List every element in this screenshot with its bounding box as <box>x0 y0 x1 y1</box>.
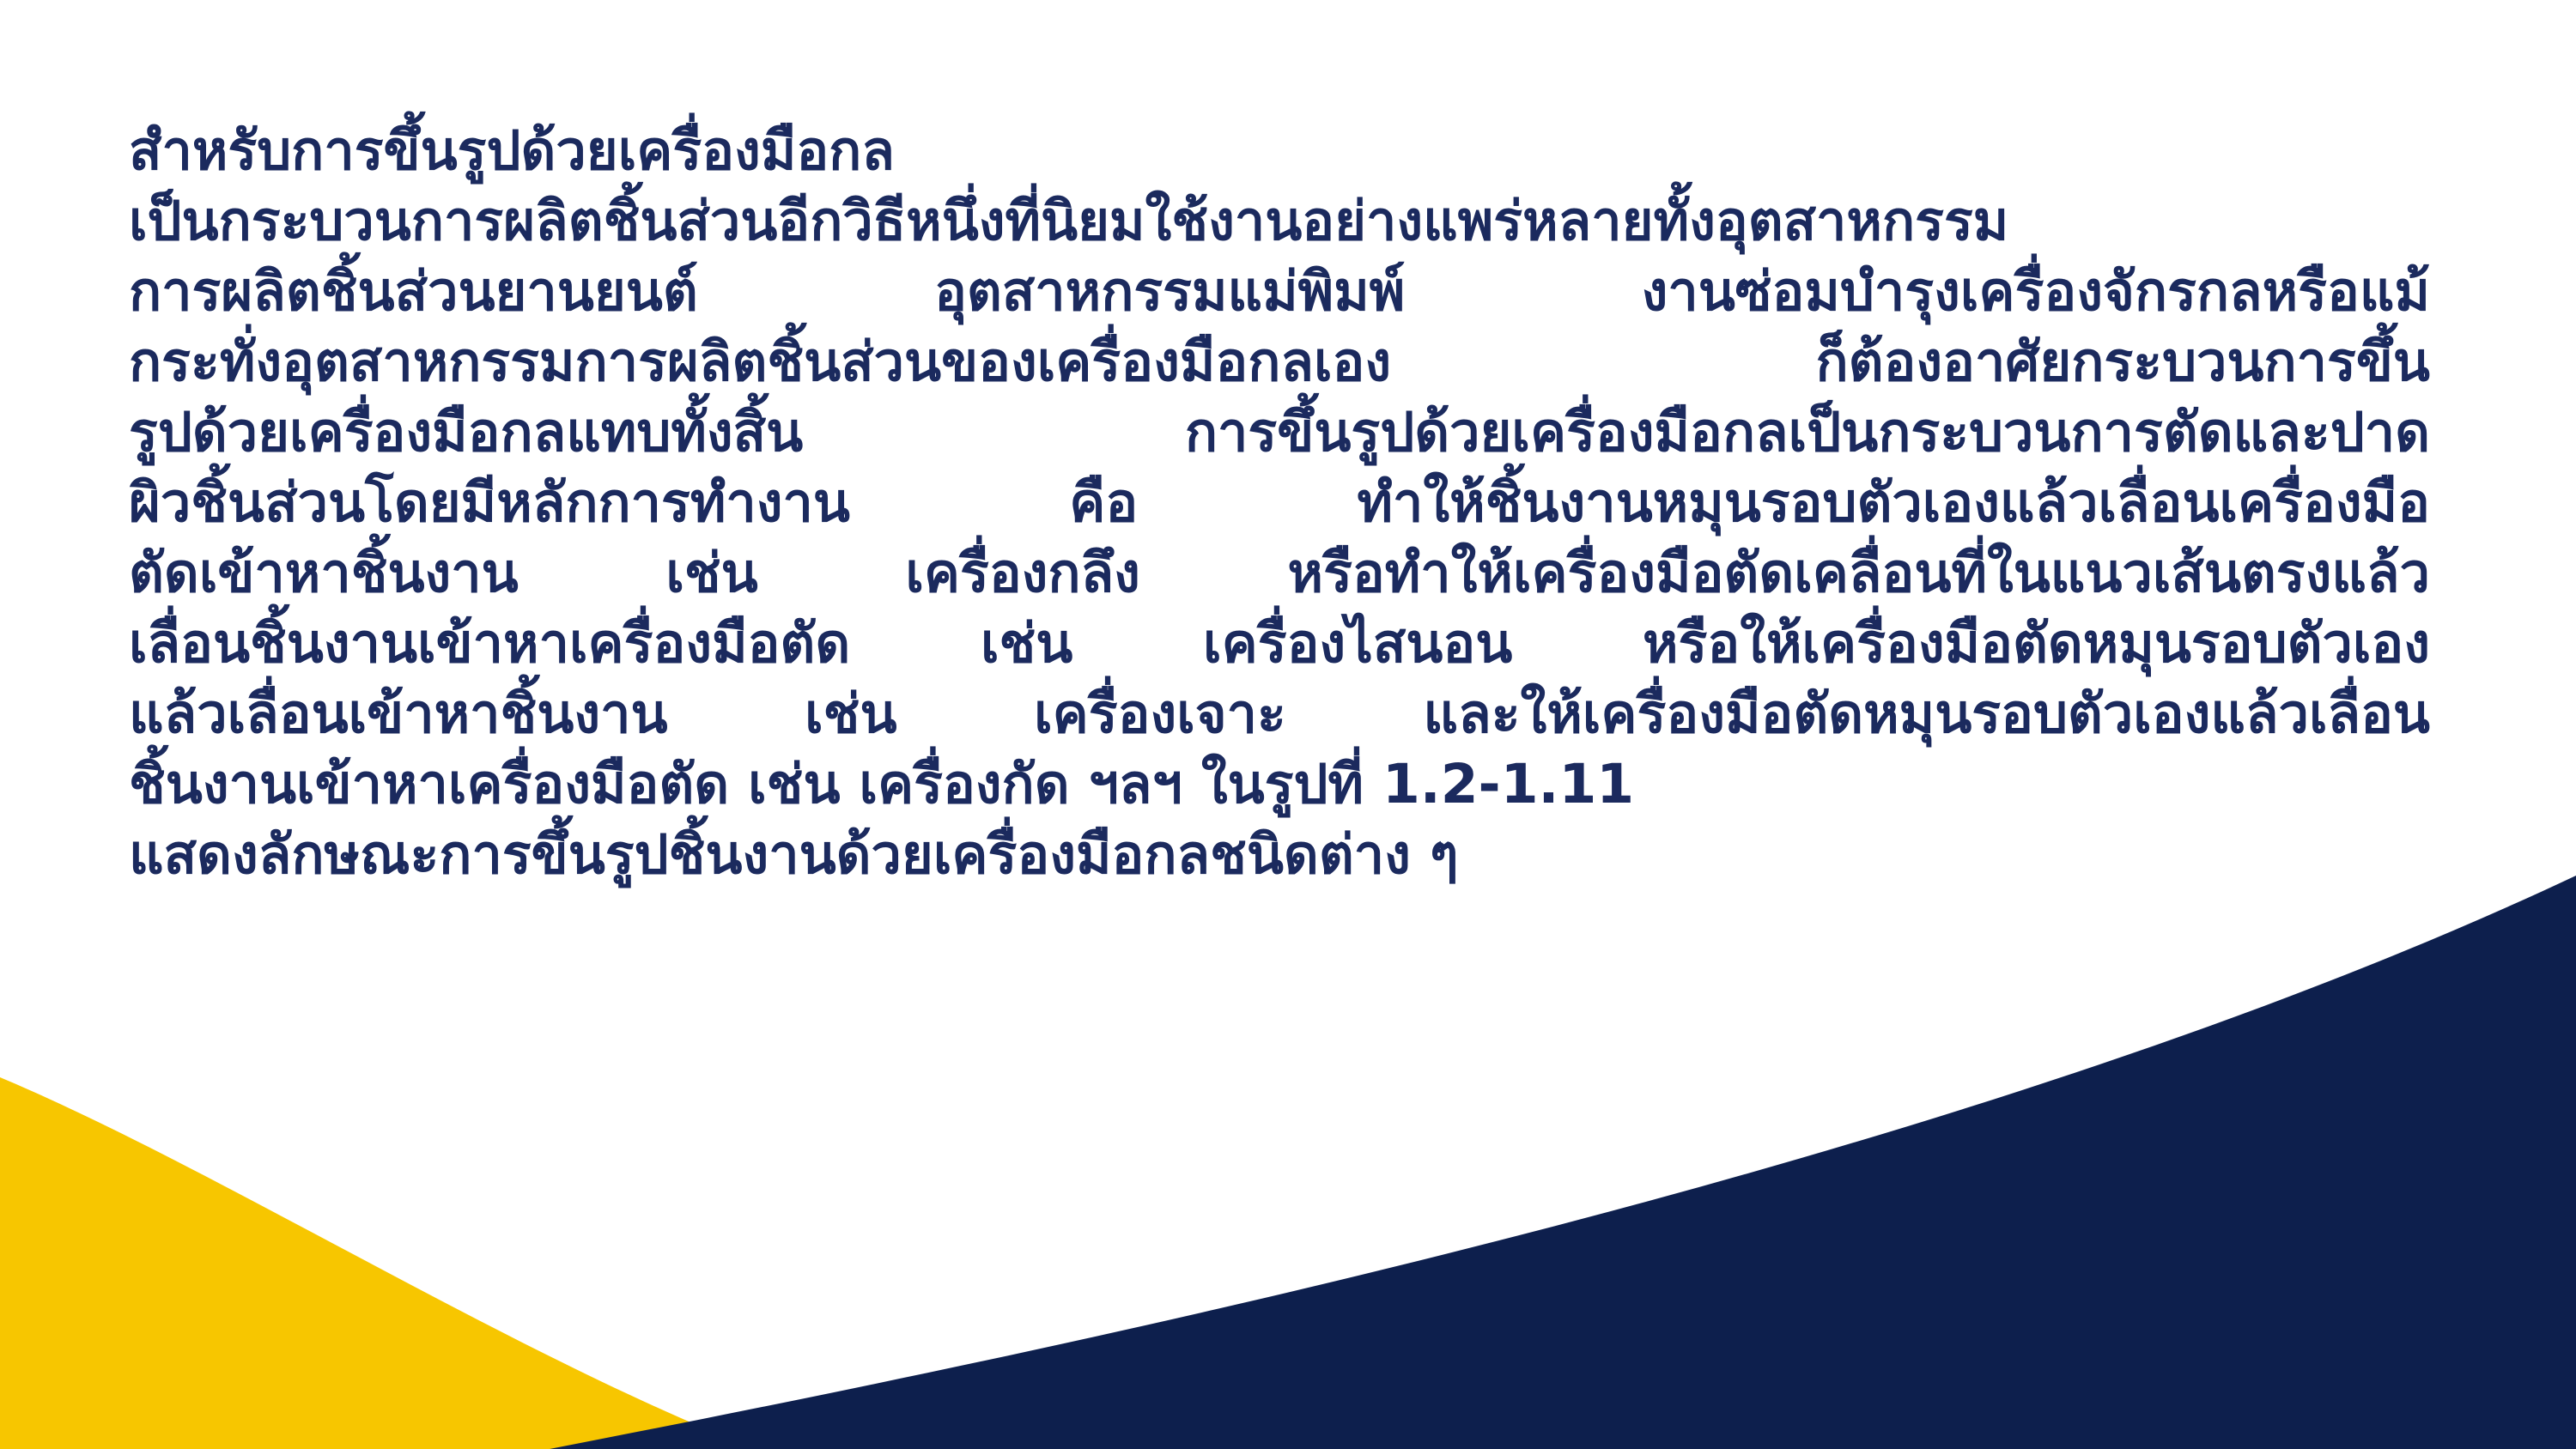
body-line: แล้วเลื่อนเข้าหาชิ้นงาน เช่น เครื่องเจาะ… <box>129 682 2430 745</box>
body-line-heading: สำหรับการขึ้นรูปด้วยเครื่องมือกล <box>129 119 895 182</box>
body-line: แสดงลักษณะการขึ้นรูปชิ้นงานด้วยเครื่องมื… <box>129 823 1459 886</box>
body-line: ชิ้นงานเข้าหาเครื่องมือตัด เช่น เครื่องก… <box>129 753 1635 815</box>
body-line: การผลิตชิ้นส่วนยานยนต์ อุตสาหกรรมแม่พิมพ… <box>129 260 2430 323</box>
body-line: ผิวชิ้นส่วนโดยมีหลักการทำงาน คือ ทำให้ชิ… <box>129 471 2430 534</box>
yellow-wave-shape <box>0 1077 756 1449</box>
slide: สำหรับการขึ้นรูปด้วยเครื่องมือกล เป็นกระ… <box>0 0 2576 1449</box>
body-text: สำหรับการขึ้นรูปด้วยเครื่องมือกล เป็นกระ… <box>129 116 2430 890</box>
body-line: เป็นกระบวนการผลิตชิ้นส่วนอีกวิธีหนึ่งที่… <box>129 190 2009 252</box>
body-line: เลื่อนชิ้นงานเข้าหาเครื่องมือตัด เช่น เค… <box>129 612 2430 675</box>
body-line: ตัดเข้าหาชิ้นงาน เช่น เครื่องกลึง หรือทำ… <box>129 542 2430 604</box>
navy-wave-shape <box>550 876 2576 1449</box>
body-line: กระทั่งอุตสาหกรรมการผลิตชิ้นส่วนของเครื่… <box>129 330 2430 393</box>
body-line: รูปด้วยเครื่องมือกลแทบทั้งสิ้น การขึ้นรู… <box>129 401 2430 464</box>
